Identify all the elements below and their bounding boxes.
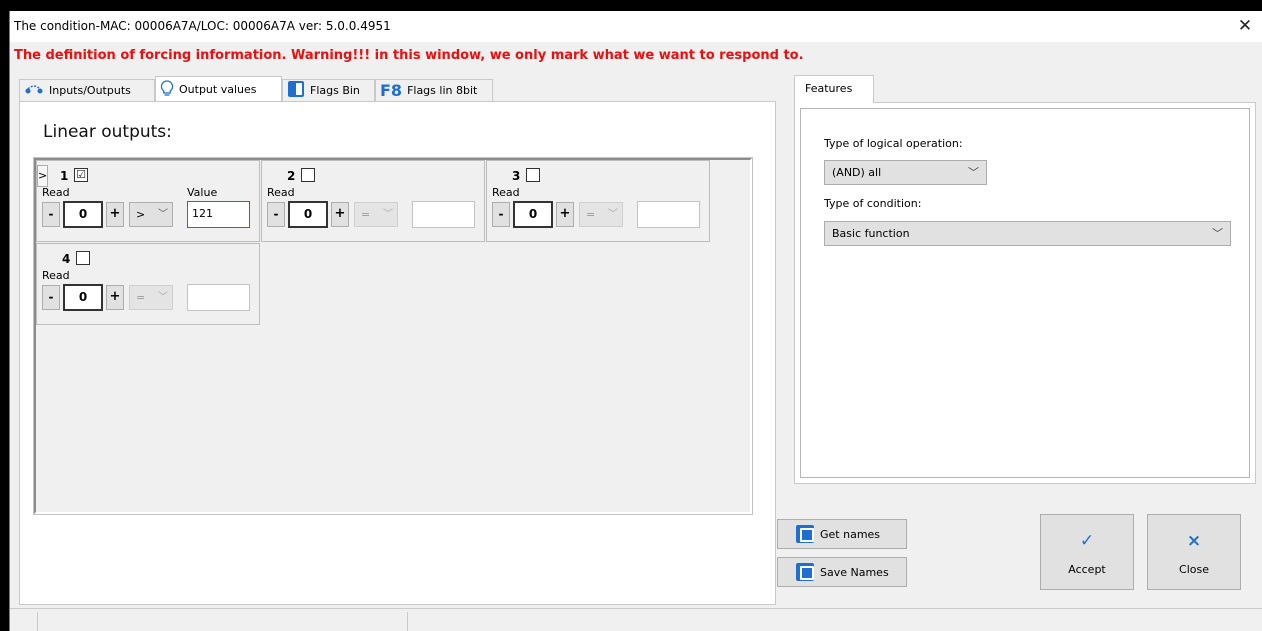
decrement-button[interactable]: - [492, 202, 510, 227]
read-label: Read [267, 186, 295, 199]
logical-operation-select[interactable]: (AND) all ﹀ [824, 160, 987, 185]
output-enable-checkbox[interactable] [526, 168, 540, 182]
condition-type-select[interactable]: Basic function ﹀ [824, 221, 1231, 246]
window-title: The condition-MAC: 00006A7A/LOC: 00006A7… [14, 19, 391, 33]
chevron-down-icon: ﹀ [968, 166, 979, 179]
tab-label: Output values [179, 82, 257, 96]
tab-inputs-outputs[interactable]: Inputs/Outputs [19, 79, 155, 101]
logical-operation-value: (AND) all [832, 166, 882, 179]
read-counter[interactable]: 0 [288, 201, 328, 228]
increment-button[interactable]: + [106, 285, 124, 310]
value-input[interactable]: 121 [187, 201, 250, 228]
read-counter[interactable]: 0 [63, 201, 103, 228]
output-values-panel: Linear outputs: > 1 ☑ Read Value - 0 + >… [19, 101, 776, 605]
increment-button[interactable]: + [106, 202, 124, 227]
read-label: Read [42, 269, 70, 282]
operator-value: = [136, 291, 146, 304]
operator-select[interactable]: > ﹀ [129, 202, 173, 227]
edit-icon [796, 525, 814, 543]
operator-select[interactable]: = ﹀ [354, 202, 398, 227]
value-input[interactable] [412, 201, 475, 228]
close-button[interactable]: × Close [1147, 514, 1241, 590]
logical-operation-label: Type of logical operation: [824, 137, 963, 150]
chevron-down-icon: ﹀ [608, 209, 618, 220]
close-icon: × [1186, 531, 1202, 551]
output-number: 1 [60, 169, 69, 183]
chevron-down-icon: ﹀ [158, 292, 168, 303]
operator-value: = [361, 208, 371, 221]
value-input[interactable] [187, 284, 250, 311]
checkmark-icon: ✓ [1079, 531, 1095, 551]
io-icon [24, 83, 44, 98]
read-label: Read [42, 186, 70, 199]
condition-type-value: Basic function [832, 227, 910, 240]
expand-button[interactable]: > [37, 165, 48, 187]
tab-label: Flags lin 8bit [407, 84, 478, 97]
tab-flags-lin-8bit[interactable]: F8 Flags lin 8bit [375, 79, 493, 101]
condition-type-label: Type of condition: [824, 197, 922, 210]
status-bar [10, 608, 1262, 631]
get-names-button[interactable]: Get names [777, 519, 907, 549]
flag-bin-icon [287, 80, 305, 101]
close-label: Close [1179, 563, 1209, 576]
condition-window: The condition-MAC: 00006A7A/LOC: 00006A7… [9, 11, 1262, 631]
output-cell-2: 2 Read - 0 + = ﹀ [261, 160, 485, 242]
save-names-label: Save Names [820, 565, 889, 579]
accept-label: Accept [1068, 563, 1106, 576]
decrement-button[interactable]: - [42, 285, 60, 310]
output-number: 4 [62, 252, 71, 266]
tab-flags-bin[interactable]: Flags Bin [282, 79, 375, 101]
operator-select[interactable]: = ﹀ [579, 202, 623, 227]
close-icon[interactable]: ✕ [1234, 16, 1256, 36]
output-cell-1: > 1 ☑ Read Value - 0 + > ﹀ 121 [36, 160, 260, 242]
warning-message: The definition of forcing information. W… [14, 48, 804, 63]
status-separator [407, 612, 408, 631]
operator-value: = [586, 208, 596, 221]
output-cell-4: 4 Read - 0 + = ﹀ [36, 243, 260, 325]
increment-button[interactable]: + [556, 202, 574, 227]
output-enable-checkbox[interactable] [301, 168, 315, 182]
linear-outputs-grid[interactable]: > 1 ☑ Read Value - 0 + > ﹀ 121 2 Read - 0… [33, 157, 753, 515]
tab-label: Inputs/Outputs [49, 84, 131, 97]
linear-outputs-title: Linear outputs: [43, 122, 172, 142]
output-number: 3 [512, 169, 521, 183]
read-counter[interactable]: 0 [63, 284, 103, 311]
value-input[interactable] [637, 201, 700, 228]
tab-features[interactable]: Features [794, 75, 874, 103]
save-icon [796, 563, 814, 581]
features-panel: Type of logical operation: (AND) all ﹀ T… [794, 102, 1256, 484]
value-label: Value [187, 186, 218, 199]
accept-button[interactable]: ✓ Accept [1040, 514, 1134, 590]
output-enable-checkbox[interactable]: ☑ [74, 168, 88, 182]
f8-icon: F8 [380, 81, 403, 100]
output-cell-3: 3 Read - 0 + = ﹀ [486, 160, 710, 242]
save-names-button[interactable]: Save Names [777, 557, 907, 587]
chevron-down-icon: ﹀ [383, 209, 393, 220]
increment-button[interactable]: + [331, 202, 349, 227]
read-counter[interactable]: 0 [513, 201, 553, 228]
chevron-down-icon: ﹀ [158, 209, 168, 220]
status-separator [37, 612, 38, 631]
features-group: Type of logical operation: (AND) all ﹀ T… [800, 108, 1250, 478]
lightbulb-icon [160, 79, 174, 99]
tab-output-values[interactable]: Output values [155, 76, 282, 101]
operator-value: > [136, 208, 146, 221]
output-enable-checkbox[interactable] [76, 251, 90, 265]
tab-label: Flags Bin [310, 84, 360, 97]
get-names-label: Get names [820, 527, 881, 541]
read-label: Read [492, 186, 520, 199]
decrement-button[interactable]: - [42, 202, 60, 227]
output-number: 2 [287, 169, 296, 183]
title-bar: The condition-MAC: 00006A7A/LOC: 00006A7… [10, 11, 1262, 42]
chevron-down-icon: ﹀ [1212, 227, 1223, 240]
operator-select[interactable]: = ﹀ [129, 285, 173, 310]
decrement-button[interactable]: - [267, 202, 285, 227]
